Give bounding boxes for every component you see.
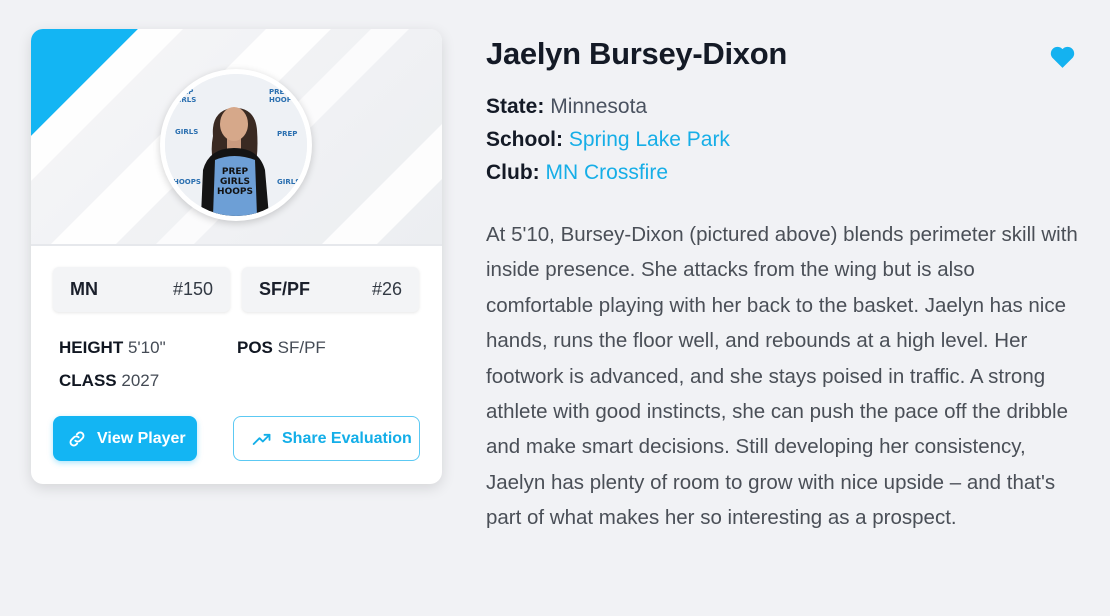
- backdrop-logo: GIRLS: [175, 128, 198, 136]
- class-info: CLASS 2027: [59, 371, 159, 391]
- view-player-button[interactable]: View Player: [53, 416, 197, 461]
- state-rank-label: MN: [70, 279, 98, 299]
- height-value: 5'10": [127, 338, 166, 357]
- backdrop-logo: HOOPS: [173, 178, 201, 186]
- backdrop-logo: PREP: [269, 88, 289, 96]
- height-label: HEIGHT: [59, 338, 124, 357]
- share-evaluation-label: Share Evaluation: [282, 429, 412, 447]
- state-label: State:: [486, 95, 545, 118]
- club-label: Club:: [486, 161, 540, 184]
- class-value: 2027: [121, 371, 160, 390]
- height-info: HEIGHT 5'10": [59, 338, 166, 358]
- state-value: Minnesota: [550, 95, 648, 118]
- player-avatar: PREP GIRLS PREP HOOPS GIRLS PREP HOOPS G…: [160, 69, 312, 221]
- trending-up-icon: [252, 433, 271, 445]
- heart-icon[interactable]: [1048, 43, 1077, 69]
- player-photo: PREP GIRLS PREP HOOPS GIRLS PREP HOOPS G…: [165, 74, 307, 216]
- jersey-text: HOOPS: [217, 187, 253, 197]
- backdrop-logo: GIRLS: [277, 178, 300, 186]
- view-player-label: View Player: [97, 429, 186, 447]
- position-rank-pill: SF/PF #26: [242, 267, 419, 312]
- backdrop-logo: HOOPS: [269, 96, 297, 104]
- school-row: School: Spring Lake Park: [486, 128, 730, 152]
- player-card: PREP GIRLS PREP HOOPS GIRLS PREP HOOPS G…: [31, 29, 442, 484]
- link-icon: [69, 431, 85, 446]
- backdrop-logo: GIRLS: [173, 96, 196, 104]
- jersey-text: PREP: [222, 167, 249, 177]
- club-link[interactable]: MN Crossfire: [546, 161, 669, 184]
- club-row: Club: MN Crossfire: [486, 161, 668, 185]
- player-name: Jaelyn Bursey-Dixon: [486, 36, 787, 71]
- backdrop-logo: PREP: [277, 130, 297, 138]
- class-label: CLASS: [59, 371, 117, 390]
- state-rank-pill: MN #150: [53, 267, 230, 312]
- pos-label: POS: [237, 338, 273, 357]
- position-rank-value: #26: [371, 279, 402, 299]
- photo-illustration: PREP GIRLS PREP HOOPS GIRLS PREP HOOPS G…: [165, 74, 307, 216]
- jersey-text: GIRLS: [220, 177, 250, 187]
- player-evaluation: At 5'10, Bursey-Dixon (pictured above) b…: [486, 223, 1078, 530]
- pos-info: POS SF/PF: [237, 338, 326, 358]
- state-row: State: Minnesota: [486, 95, 647, 119]
- card-banner: PREP GIRLS PREP HOOPS GIRLS PREP HOOPS G…: [31, 29, 442, 246]
- position-rank-label: SF/PF: [259, 279, 311, 299]
- school-label: School:: [486, 128, 563, 151]
- share-evaluation-button[interactable]: Share Evaluation: [233, 416, 420, 461]
- pos-value: SF/PF: [277, 338, 326, 357]
- school-link[interactable]: Spring Lake Park: [569, 128, 730, 151]
- state-rank-value: #150: [172, 279, 213, 299]
